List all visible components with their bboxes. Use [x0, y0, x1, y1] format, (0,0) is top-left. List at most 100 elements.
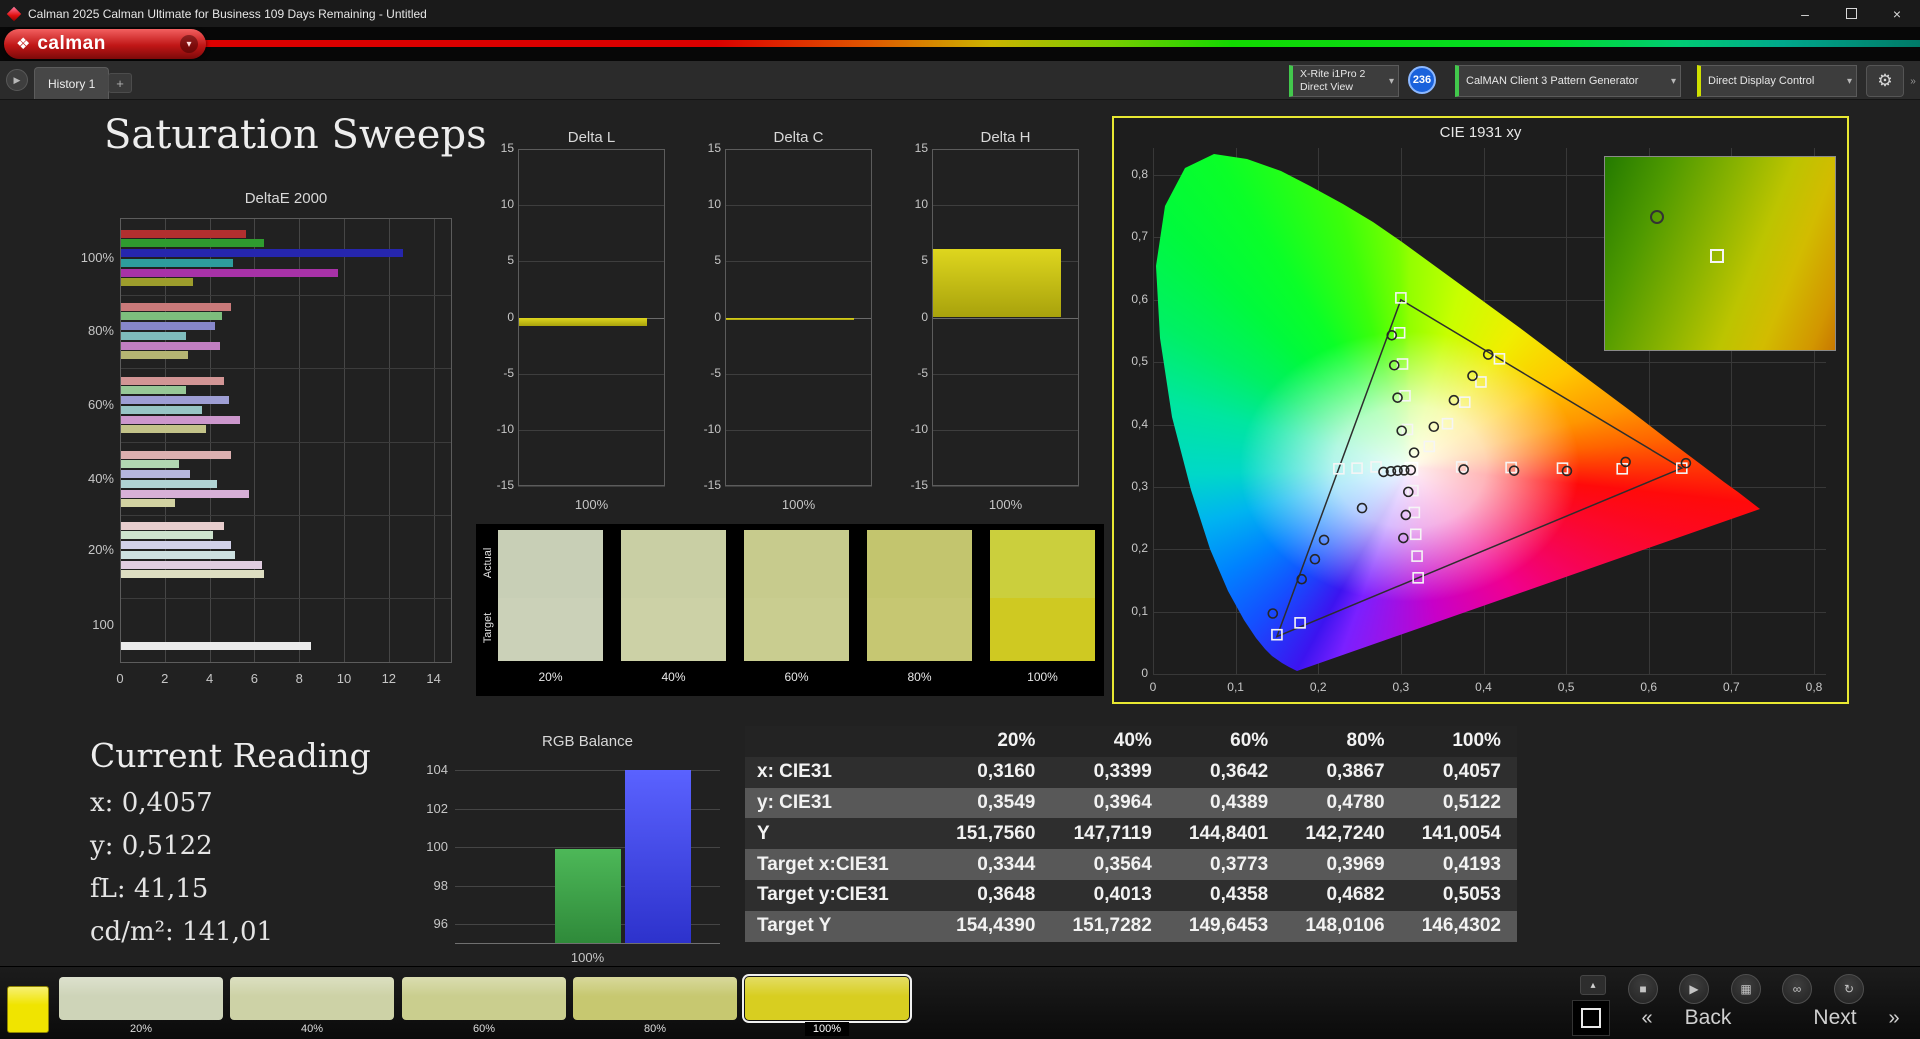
measurement-marker	[1467, 370, 1478, 382]
link-button[interactable]: ∞	[1782, 974, 1812, 1004]
table-cell: 0,4389	[1167, 787, 1285, 819]
y-tick-label: 15	[500, 141, 514, 155]
bottom-bar: ▴ « Back Next » 20% 40% 60% 80% 100% ■ ▶ ▦ ∞ ↻	[0, 966, 1920, 1039]
table-cell: 0,4780	[1284, 787, 1401, 819]
current-color-swatch	[7, 986, 49, 1033]
chart-title: Delta H	[980, 129, 1031, 146]
current-reading-title: Current Reading	[90, 736, 371, 775]
patch-20%[interactable]	[59, 977, 223, 1020]
patch-80%[interactable]	[573, 977, 737, 1020]
gridline	[725, 486, 872, 487]
restore-icon	[1845, 8, 1857, 19]
add-tab-button[interactable]: +	[108, 73, 132, 93]
target-marker	[1458, 396, 1471, 408]
patch-40%[interactable]	[230, 977, 394, 1020]
cie-1931-panel: CIE 1931 xy 0 0 0,1 0,1 0,2 0,2 0,3 0,3 0,4 0,4 0,5…	[1112, 116, 1849, 704]
play-button[interactable]: ▶	[1679, 974, 1709, 1004]
table-header-cell: 20%	[935, 726, 1052, 757]
save-button[interactable]: ▦	[1731, 974, 1761, 1004]
next-button[interactable]: Next	[1791, 1003, 1879, 1033]
chart-title: DeltaE 2000	[244, 190, 328, 207]
target-marker	[1475, 376, 1487, 388]
table-header-cell: 60%	[1167, 726, 1285, 757]
chart-title: RGB Balance	[542, 733, 633, 750]
patch-label: 100%	[745, 1022, 909, 1036]
measurement-table: 20% 40% 60% 80% 100% x: CIE31 0,3160 0,3399 0,36…	[745, 726, 1517, 942]
settings-button[interactable]: ⚙	[1866, 65, 1904, 97]
meter-dropdown-label: X-Rite i1Pro 2 Direct View	[1300, 68, 1365, 94]
back-button[interactable]: Back	[1664, 1003, 1752, 1033]
y-tick-label: 0	[921, 309, 928, 324]
x-tick-label: 2	[161, 671, 169, 686]
table-header-cell: 80%	[1284, 726, 1401, 757]
display-dropdown[interactable]: Direct Display Control ▾	[1697, 65, 1857, 97]
calman-app-window: Calman 2025 Calman Ultimate for Business…	[0, 0, 1920, 1039]
table-cell: 148,0106	[1284, 910, 1401, 942]
table-cell: 0,3648	[935, 879, 1052, 911]
y-tick-label: 100	[92, 617, 114, 632]
eject-icon: ▴	[1590, 979, 1596, 991]
title-bar: Calman 2025 Calman Ultimate for Business…	[0, 0, 1920, 27]
target-marker	[1423, 440, 1436, 453]
minimize-button[interactable]: –	[1782, 0, 1828, 27]
patch-60%[interactable]	[402, 977, 566, 1020]
table-cell: 146,4302	[1400, 910, 1517, 942]
table-cell: 0,3160	[935, 756, 1052, 788]
y-tick-label: -10	[496, 421, 514, 436]
meter-name: X-Rite i1Pro 2	[1300, 68, 1366, 80]
blue-bar	[625, 770, 691, 943]
patch-100%[interactable]	[742, 974, 912, 1023]
chevron-down-icon: ▾	[180, 35, 198, 53]
next-arrow-button[interactable]: »	[1879, 1003, 1909, 1033]
table-cell: 149,6453	[1167, 910, 1285, 942]
y-tick-label: -15	[703, 478, 721, 492]
cie-inset-zoom	[1604, 156, 1836, 351]
swatch-label: 60%	[784, 670, 809, 684]
stop-button[interactable]: ■	[1628, 974, 1658, 1004]
meter-badge: 236	[1408, 66, 1436, 94]
measurement-marker	[1508, 465, 1520, 476]
baseline	[455, 943, 720, 944]
eject-button[interactable]: ▴	[1580, 975, 1606, 995]
deltae2000-chart: DeltaE 2000 0 2 4 6 8 10 12 14 100% 80% 60% 40% 20% 10…	[81, 190, 480, 695]
table-cell: 0,5053	[1400, 879, 1517, 911]
y-tick-label: 60%	[87, 397, 114, 412]
swatch-label: 40%	[661, 670, 686, 684]
meter-dropdown[interactable]: X-Rite i1Pro 2 Direct View ▾	[1289, 65, 1399, 97]
table-cell: 0,4358	[1167, 879, 1285, 911]
tab-scroll-button[interactable]: ▶	[6, 69, 28, 91]
table-cell: 0,4682	[1284, 879, 1401, 911]
tab-history-1[interactable]: History 1	[34, 67, 110, 99]
back-arrow-button[interactable]: «	[1632, 1003, 1662, 1033]
target-swatch	[621, 598, 726, 661]
y-tick-label: 40%	[87, 471, 114, 486]
table-cell: 0,4013	[1051, 879, 1168, 911]
table-cell: 154,4390	[935, 910, 1052, 942]
table-cell: 0,4193	[1400, 849, 1517, 880]
measurement-marker	[1405, 464, 1417, 476]
x-tick-label: 4	[205, 671, 214, 686]
meter-mode: Direct View	[1300, 81, 1353, 93]
current-reading-values: x: 0,4057 y: 0,5122 fL: 41,15 cd/m²: 141…	[90, 788, 273, 960]
actual-swatch	[867, 530, 972, 598]
y-tick-label: 15	[707, 141, 721, 155]
pattern-window-button[interactable]	[1572, 1000, 1610, 1036]
plot-border	[932, 149, 1079, 486]
refresh-button[interactable]: ↻	[1834, 974, 1864, 1004]
restore-button[interactable]	[1828, 0, 1874, 27]
target-marker	[1351, 462, 1363, 474]
tab-overflow-button[interactable]: »	[1906, 65, 1920, 97]
measurement-marker	[1267, 608, 1279, 619]
actual-swatch	[990, 530, 1095, 598]
y-tick-label: -10	[703, 421, 721, 436]
close-button[interactable]: ×	[1874, 0, 1920, 27]
table-row-label: Target y:CIE31	[745, 879, 935, 911]
calman-menu-button[interactable]: ❖ calman ▾	[4, 29, 206, 59]
value-bar	[933, 248, 1061, 318]
patch-label-text: 60%	[472, 1023, 496, 1035]
pattern-dropdown[interactable]: CalMAN Client 3 Pattern Generator ▾	[1455, 65, 1681, 97]
y-tick-label: -5	[503, 365, 514, 380]
table-row-label: y: CIE31	[745, 787, 935, 819]
inset-measurement-dot	[1650, 209, 1665, 224]
y-tick-label: 104	[426, 762, 448, 777]
